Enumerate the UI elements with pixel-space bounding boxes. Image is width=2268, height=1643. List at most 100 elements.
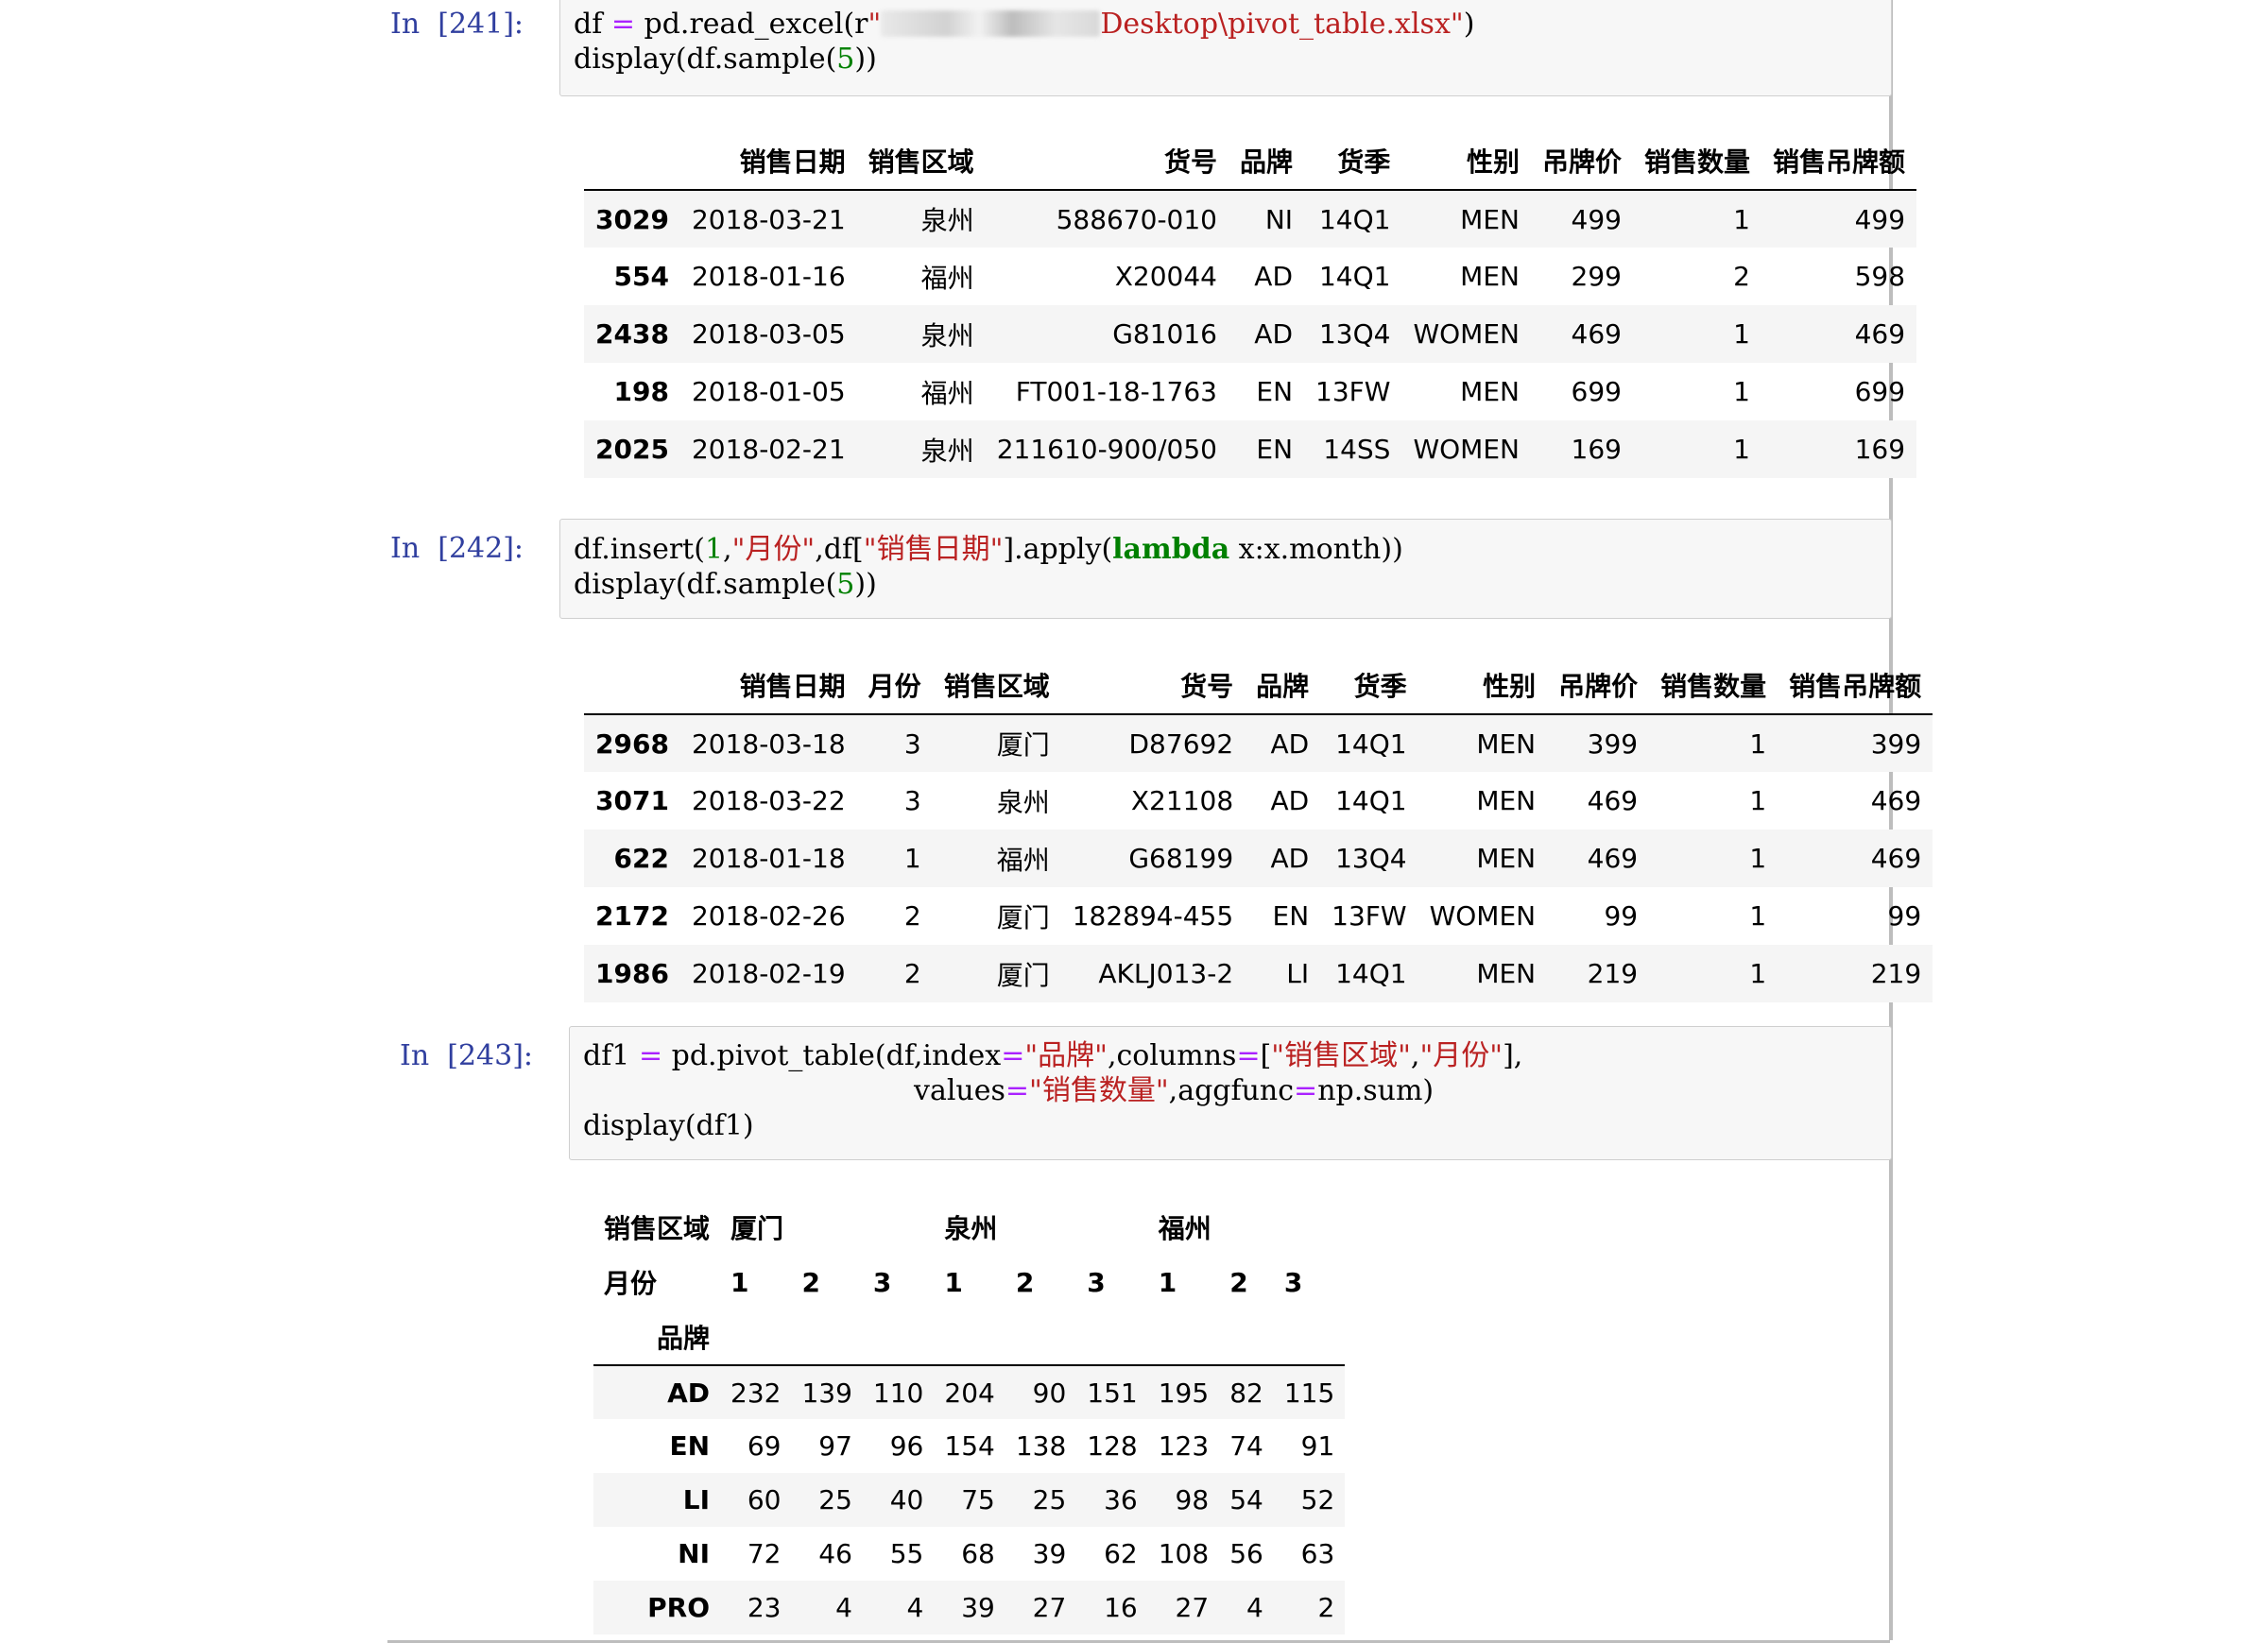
- table-cell: 219: [1587, 958, 1639, 989]
- table-cell: 2018-02-21: [691, 434, 846, 465]
- table-cell: MEN: [1476, 785, 1537, 816]
- pivot-cell: 39: [1032, 1538, 1067, 1569]
- table-cell: MEN: [1460, 261, 1520, 292]
- table-cell: 169: [1571, 434, 1622, 465]
- table-cell: 14Q1: [1335, 958, 1407, 989]
- table-cell: 13FW: [1332, 900, 1407, 932]
- pivot-index-label: 品牌: [593, 1309, 721, 1366]
- pivot-brand-index: EN: [669, 1430, 711, 1462]
- table-cell: 2: [903, 900, 921, 932]
- row-index: 554: [613, 261, 669, 292]
- table-cell: 1: [1733, 376, 1750, 407]
- column-header: 销售区域: [856, 132, 986, 191]
- table-cell: 469: [1587, 785, 1639, 816]
- pivot-cell: 63: [1300, 1538, 1335, 1569]
- table-cell: 14SS: [1323, 434, 1391, 465]
- table-cell: G68199: [1128, 843, 1234, 874]
- table-cell: LI: [1286, 958, 1310, 989]
- pivot-month-header-row: 月份 1 2 3 1 2 3 1 2 3: [593, 1255, 1345, 1309]
- pivot-table-output-243: 销售区域 厦门 泉州 福州 月份 123123123 品牌 AD 232 139 11…: [593, 1200, 1346, 1634]
- pivot-cell: 204: [944, 1377, 995, 1409]
- dataframe-output-242: 销售日期 月份 销售区域 货号 品牌 货季 性别 吊牌价 销售数量 销售吊牌额 2968 2018-…: [584, 657, 1933, 1002]
- pivot-month-header: 1: [730, 1266, 749, 1298]
- table-cell: 2018-03-22: [691, 785, 846, 816]
- pivot-cell: 75: [961, 1484, 995, 1515]
- pivot-cell: 154: [944, 1430, 995, 1462]
- pivot-cell: 4: [906, 1592, 924, 1623]
- table-cell: 泉州: [920, 319, 974, 351]
- row-index: 2172: [595, 900, 669, 932]
- code-cell-241[interactable]: df = pd.read_excel(r" Desktop\pivot_table…: [559, 0, 1892, 96]
- table-cell: 福州: [996, 844, 1050, 876]
- code-line-1: df = pd.read_excel(r" Desktop\pivot_table…: [574, 8, 1475, 41]
- table-cell: 469: [1854, 318, 1906, 350]
- table-cell: 2: [1733, 261, 1750, 292]
- pivot-cell: 74: [1229, 1430, 1263, 1462]
- pivot-cell: 39: [961, 1592, 995, 1623]
- table-row: 3071 2018-03-22 3 泉州 X21108 AD 14Q1 MEN 469 1 469: [584, 772, 1933, 830]
- column-header: 性别: [1418, 657, 1548, 715]
- table-cell: MEN: [1460, 203, 1520, 235]
- table-cell: 499: [1854, 203, 1906, 235]
- table-cell: 福州: [920, 262, 974, 294]
- pivot-brand-index: NI: [678, 1538, 711, 1569]
- dataframe-output-241: 销售日期 销售区域 货号 品牌 货季 性别 吊牌价 销售数量 销售吊牌额 3029 2018-03…: [584, 132, 1917, 478]
- pivot-cell: 60: [747, 1484, 782, 1515]
- table-cell: 2018-01-05: [691, 376, 846, 407]
- pivot-cell: 115: [1283, 1377, 1335, 1409]
- pivot-month-header: 1: [944, 1266, 963, 1298]
- table-cell: AD: [1270, 785, 1310, 816]
- table-cell: AD: [1254, 261, 1294, 292]
- table-cell: 14Q1: [1318, 203, 1391, 235]
- pivot-region-header-row: 销售区域 厦门 泉州 福州: [593, 1200, 1345, 1255]
- code-cell-243[interactable]: df1 = pd.pivot_table(df,index="品牌",colum…: [569, 1026, 1892, 1160]
- table-row: PRO 23 4 4 39 27 16 27 4 2: [593, 1581, 1346, 1634]
- table-cell: EN: [1256, 434, 1294, 465]
- pivot-cell: 56: [1229, 1538, 1263, 1569]
- pivot-cell: 2: [1317, 1592, 1335, 1623]
- pivot-cell: 27: [1175, 1592, 1210, 1623]
- table-cell: 169: [1854, 434, 1906, 465]
- table-cell: 1: [1733, 434, 1750, 465]
- table-cell: D87692: [1128, 727, 1234, 760]
- pivot-brand-index: LI: [682, 1484, 711, 1515]
- table-row: 1986 2018-02-19 2 厦门 AKLJ013-2 LI 14Q1 MEN 219 1 2…: [584, 945, 1933, 1002]
- table-cell: 699: [1854, 376, 1906, 407]
- table-cell: 1: [1749, 727, 1767, 760]
- column-header: 货号: [985, 132, 1228, 191]
- input-prompt-243: In [243]:: [400, 1039, 534, 1072]
- pivot-cell: 96: [889, 1430, 924, 1462]
- table-cell: 99: [1604, 900, 1639, 932]
- table-cell: AD: [1270, 727, 1310, 760]
- table-cell: X20044: [1114, 261, 1217, 292]
- table-row: 198 2018-01-05 福州 FT001-18-1763 EN 13FW MEN 699…: [584, 363, 1916, 420]
- input-prompt-241: In [241]:: [390, 8, 524, 41]
- table-cell: 厦门: [996, 729, 1050, 761]
- pivot-cell: 16: [1104, 1592, 1138, 1623]
- pivot-cell: 54: [1229, 1484, 1263, 1515]
- column-header: 销售数量: [1632, 132, 1761, 191]
- pivot-cell: 108: [1158, 1538, 1210, 1569]
- code-cell-242[interactable]: df.insert(1,"月份",df["销售日期"].apply(lambda…: [559, 519, 1892, 619]
- code-line-2: values="销售数量",aggfunc=np.sum): [914, 1074, 1435, 1107]
- pivot-index-spacer: [720, 1309, 1346, 1366]
- pivot-index-header-row: 品牌: [593, 1309, 1346, 1366]
- table-cell: 1: [1749, 843, 1767, 874]
- pivot-cell: 97: [818, 1430, 852, 1462]
- table-cell: 泉州: [996, 786, 1050, 818]
- table-cell: MEN: [1476, 727, 1537, 760]
- pivot-month-header: 1: [1158, 1266, 1177, 1298]
- table-cell: 14Q1: [1318, 261, 1391, 292]
- table-cell: 399: [1870, 727, 1922, 760]
- column-header: 销售日期: [679, 657, 857, 715]
- row-index: 2025: [595, 434, 669, 465]
- table-cell: AD: [1270, 843, 1310, 874]
- table-cell: 219: [1870, 958, 1922, 989]
- table-cell: 厦门: [996, 901, 1050, 933]
- row-index: 1986: [595, 958, 669, 989]
- pivot-month-header: 3: [1087, 1266, 1106, 1298]
- table-cell: X21108: [1130, 785, 1234, 816]
- pivot-month-header: 2: [1015, 1266, 1035, 1298]
- pivot-cell: 110: [872, 1377, 924, 1409]
- pivot-cell: 69: [747, 1430, 782, 1462]
